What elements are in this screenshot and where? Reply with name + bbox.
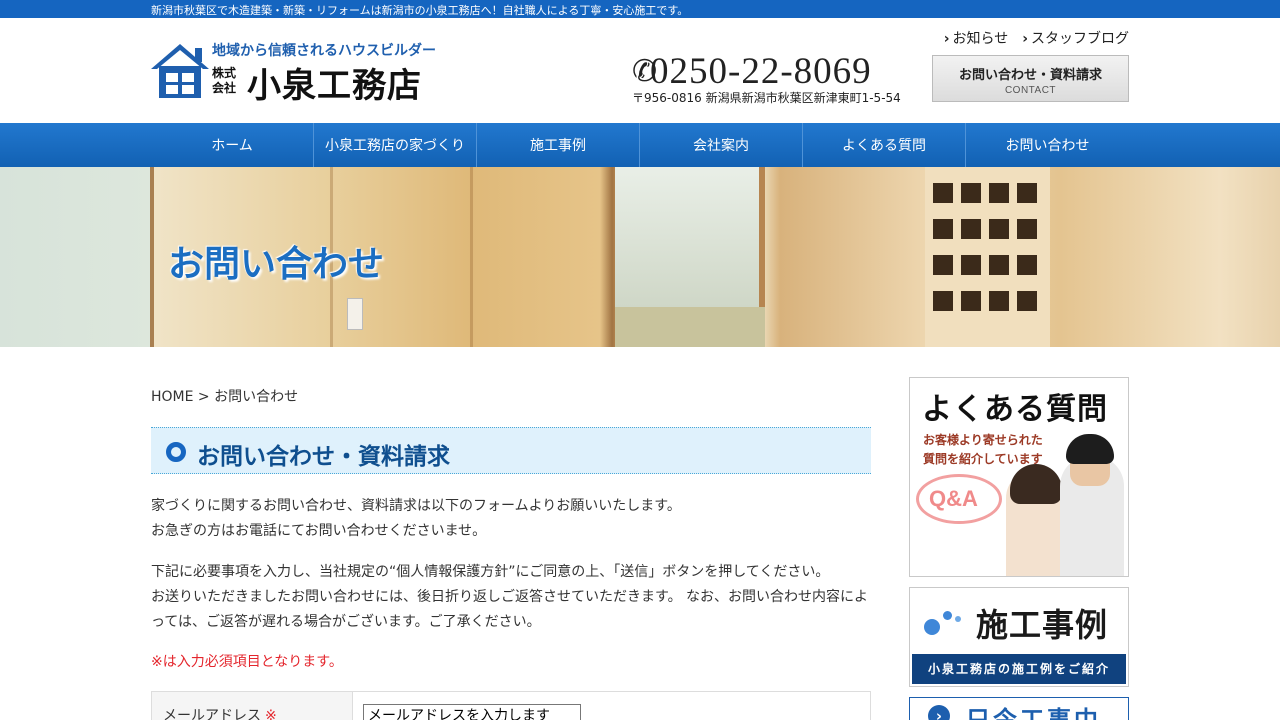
section-title: お問い合わせ・資料請求 <box>197 444 450 470</box>
hero-light-switch <box>347 298 363 330</box>
company-address: 〒956-0816 新潟県新潟市秋葉区新津東町1-5-54 <box>632 91 901 105</box>
phone-number: 0250-22-8069 <box>650 51 872 92</box>
contact-button-sublabel: CONTACT <box>1004 85 1057 96</box>
hero-wood-seam <box>470 167 473 347</box>
contact-button-label: お問い合わせ・資料請求 <box>958 68 1102 83</box>
dots-icon <box>943 611 952 620</box>
news-link-label: お知らせ <box>952 31 1009 47</box>
house-icon <box>151 44 209 98</box>
breadcrumb-separator: > <box>193 389 215 405</box>
contact-button[interactable]: お問い合わせ・資料請求 CONTACT <box>932 55 1129 102</box>
top-strip-text: 新潟市秋葉区で木造建築・新築・リフォームは新潟市の小泉工務店へ！自社職人による丁… <box>151 4 689 17</box>
logo-company-name: 小泉工務店 <box>247 66 422 106</box>
email-label: メールアドレス ※ <box>152 692 353 720</box>
dots-icon <box>924 619 940 635</box>
intro-line: お急ぎの方はお電話にてお問い合わせくださいませ。 <box>151 523 487 539</box>
qa-speech-bubble-icon: Q&A <box>916 474 1002 524</box>
works-banner-title: 施工事例 <box>976 606 1109 644</box>
staff-blog-link-label: スタッフブログ <box>1031 31 1129 47</box>
faq-banner-subtitle: お客様より寄せられた 質問を紹介しています <box>923 431 1043 469</box>
chevron-right-icon: › <box>943 31 950 47</box>
email-label-text: メールアドレス <box>163 708 261 720</box>
section-title-bar: お問い合わせ・資料請求 <box>151 427 871 474</box>
nav-faq[interactable]: よくある質問 <box>803 123 966 167</box>
intro-paragraph-1: 家づくりに関するお問い合わせ、資料請求は以下のフォームよりお願いいたします。 お… <box>151 494 871 544</box>
hero-tatami <box>615 307 765 347</box>
breadcrumb-home[interactable]: HOME <box>151 389 193 405</box>
hero-title: お問い合わせ <box>168 244 385 285</box>
intro-paragraph-2: 下記に必要事項を入力し、当社規定の“個人情報保護方針”にご同意の上、「送信」ボタ… <box>151 560 871 635</box>
hero-window <box>615 167 765 307</box>
top-strip: 新潟市秋葉区で木造建築・新築・リフォームは新潟市の小泉工務店へ！自社職人による丁… <box>0 0 1280 18</box>
arrow-right-circle-icon: › <box>928 705 950 720</box>
email-field[interactable] <box>363 704 581 720</box>
nav-home[interactable]: ホーム <box>151 123 314 167</box>
nav-works[interactable]: 施工事例 <box>477 123 640 167</box>
logo-tagline: 地域から信頼されるハウスビルダー <box>212 43 436 59</box>
main-nav: ホーム 小泉工務店の家づくり 施工事例 会社案内 よくある質問 お問い合わせ <box>0 123 1280 167</box>
sidebar-works-banner[interactable]: 施工事例 小泉工務店の施工例をご紹介 <box>909 587 1129 687</box>
news-link[interactable]: › お知らせ <box>944 28 1009 48</box>
circle-icon <box>166 442 186 462</box>
nav-contact[interactable]: お問い合わせ <box>966 123 1129 167</box>
breadcrumb: HOME > お問い合わせ <box>151 386 298 406</box>
chevron-right-icon: › <box>1022 31 1028 47</box>
hero-wood-post <box>150 167 154 347</box>
dots-icon <box>955 616 961 622</box>
nav-company[interactable]: 会社案内 <box>640 123 803 167</box>
hero-lattice-door <box>925 167 1050 347</box>
construction-banner-title: 只今工事中 <box>966 706 1101 720</box>
logo-kabushiki: 株式会社 <box>212 66 237 95</box>
man-hair <box>1066 434 1114 464</box>
faq-banner-subtitle-line: お客様より寄せられた <box>923 433 1043 447</box>
intro-line: 下記に必要事項を入力し、当社規定の“個人情報保護方針”にご同意の上、「送信」ボタ… <box>151 564 830 580</box>
required-note: ※は入力必須項目となります。 <box>151 654 343 670</box>
phone-number-block[interactable]: ✆ 0250-22-8069 <box>632 50 912 92</box>
intro-line: 家づくりに関するお問い合わせ、資料請求は以下のフォームよりお願いいたします。 <box>151 498 681 514</box>
sidebar-faq-banner[interactable]: よくある質問 お客様より寄せられた 質問を紹介しています Q&A <box>909 377 1129 577</box>
intro-line: お送りいただきましたお問い合わせには、後日折り返しご返答させていただきます。 な… <box>151 589 869 630</box>
site-logo[interactable]: 地域から信頼されるハウスビルダー 株式会社 小泉工務店 <box>151 40 451 106</box>
woman-hair <box>1010 464 1062 504</box>
form-row-email: メールアドレス ※ <box>151 691 871 720</box>
staff-blog-link[interactable]: › スタッフブログ <box>1022 28 1129 48</box>
required-mark: ※ <box>265 708 277 720</box>
qa-bubble-text: Q&A <box>929 486 978 511</box>
faq-banner-title: よくある質問 <box>922 392 1108 427</box>
breadcrumb-current: お問い合わせ <box>214 389 299 405</box>
nav-housebuilding[interactable]: 小泉工務店の家づくり <box>314 123 477 167</box>
hero-banner: お問い合わせ <box>0 167 1280 347</box>
sidebar-construction-banner[interactable]: › 只今工事中 <box>909 697 1129 720</box>
works-banner-caption: 小泉工務店の施工例をご紹介 <box>912 654 1126 684</box>
header-links: › お知らせ › スタッフブログ <box>944 28 1129 48</box>
